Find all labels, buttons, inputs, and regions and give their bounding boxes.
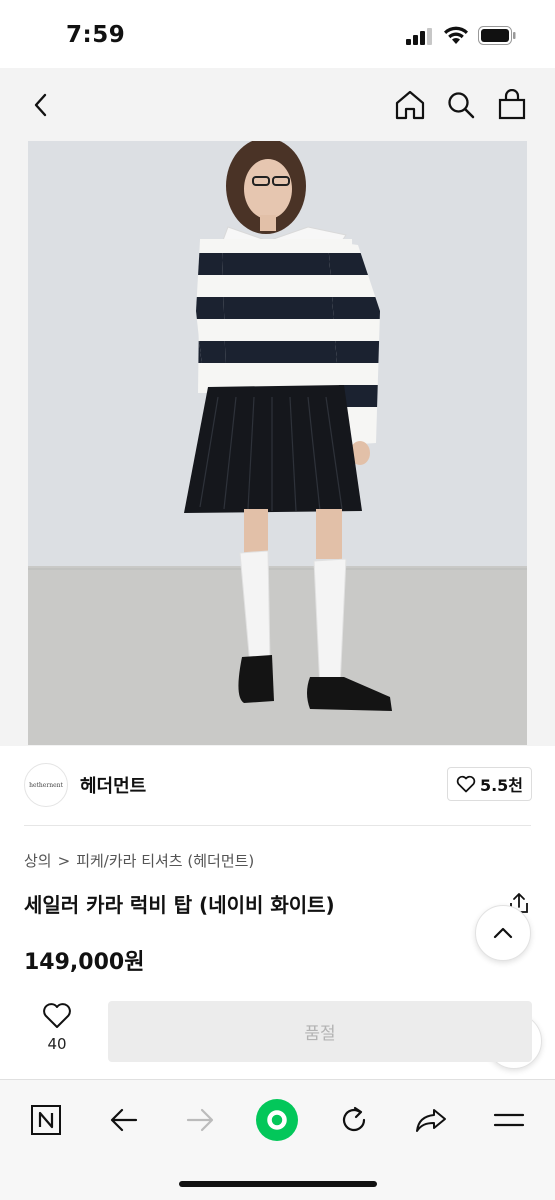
naver-home-button[interactable] — [24, 1098, 68, 1142]
search-icon — [448, 92, 475, 119]
brand-row[interactable]: hethernent 헤더먼트 5.5천 — [0, 758, 555, 814]
wish-button[interactable]: 40 — [30, 1002, 84, 1062]
refresh-button[interactable] — [332, 1098, 376, 1142]
home-button[interactable] — [391, 86, 429, 124]
brand-name[interactable]: 헤더먼트 — [80, 772, 146, 798]
scroll-up-button[interactable] — [475, 905, 531, 961]
search-button[interactable] — [442, 86, 480, 124]
back-button[interactable] — [22, 86, 60, 124]
battery-icon — [478, 26, 516, 45]
browser-forward-button[interactable] — [178, 1098, 222, 1142]
cart-button[interactable] — [493, 86, 531, 124]
status-bar: 7:59 — [0, 0, 555, 68]
home-icon — [395, 90, 425, 120]
browser-share-button[interactable] — [409, 1098, 453, 1142]
naver-n-icon — [31, 1105, 61, 1135]
status-time: 7:59 — [66, 22, 126, 48]
top-navigation — [0, 78, 555, 132]
browser-back-button[interactable] — [102, 1098, 146, 1142]
sold-out-button[interactable]: 품절 — [108, 1001, 532, 1062]
breadcrumb: 상의 > 피케/카라 티셔츠 (헤더먼트) — [24, 850, 254, 871]
brand-logo[interactable]: hethernent — [24, 763, 68, 807]
shopping-bag-icon — [498, 89, 526, 120]
breadcrumb-separator: > — [57, 851, 71, 870]
product-title: 세일러 카라 럭비 탑 (네이비 화이트) — [24, 893, 335, 917]
product-photo-illustration — [28, 141, 527, 745]
forward-arrow-icon — [186, 1108, 214, 1132]
heart-icon — [43, 1003, 71, 1028]
cellular-signal-icon — [406, 28, 432, 45]
green-dot-icon — [256, 1099, 298, 1141]
back-arrow-icon — [110, 1108, 138, 1132]
green-dot-button[interactable] — [255, 1098, 299, 1142]
wish-count: 40 — [47, 1035, 67, 1053]
menu-icon — [493, 1113, 525, 1127]
menu-button[interactable] — [487, 1098, 531, 1142]
heart-icon — [456, 775, 476, 793]
chevron-left-icon — [34, 93, 47, 117]
product-price: 149,000원 — [24, 950, 145, 975]
breadcrumb-subcategory[interactable]: 피케/카라 티셔츠 (헤더먼트) — [76, 850, 254, 871]
brand-like-button[interactable]: 5.5천 — [447, 767, 532, 801]
wifi-icon — [444, 26, 468, 44]
refresh-icon — [342, 1106, 366, 1132]
divider — [24, 825, 531, 826]
share-arrow-icon — [416, 1109, 446, 1132]
brand-logo-text: hethernent — [29, 781, 63, 789]
product-image[interactable] — [28, 141, 527, 745]
breadcrumb-category[interactable]: 상의 — [24, 850, 52, 871]
chevron-up-icon — [493, 927, 513, 939]
home-indicator — [179, 1181, 377, 1187]
brand-like-count: 5.5천 — [479, 776, 524, 795]
